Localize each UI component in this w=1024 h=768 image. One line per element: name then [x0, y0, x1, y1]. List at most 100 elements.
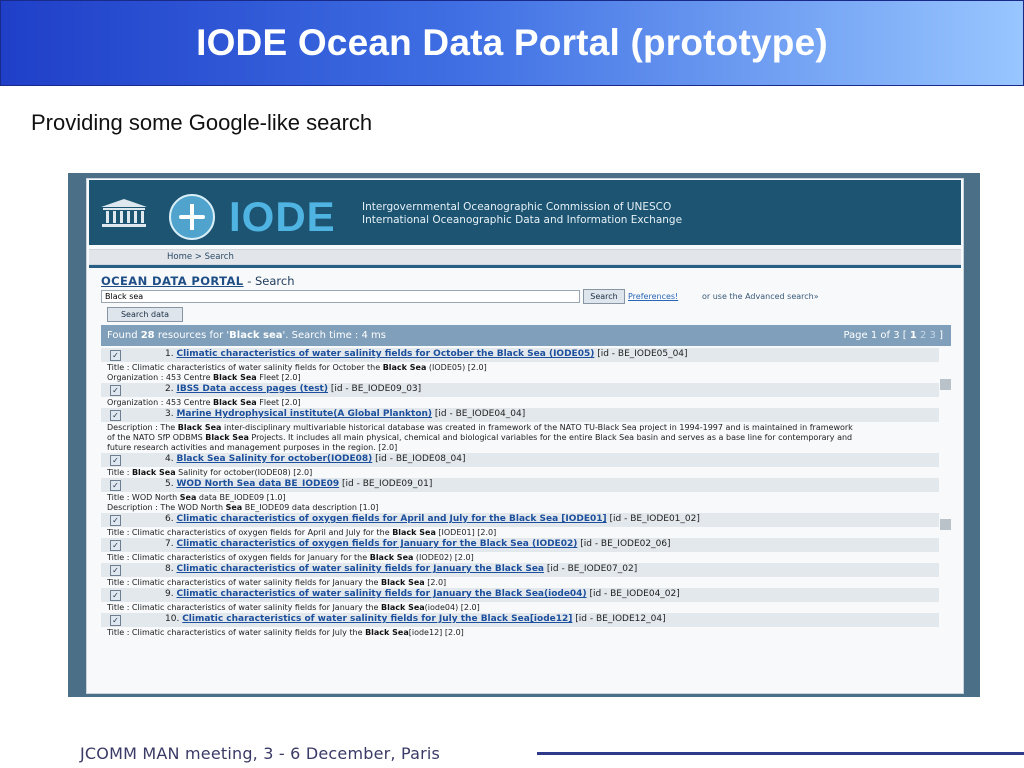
results-summary-bar: Found 28 resources for 'Black sea'. Sear… [101, 325, 951, 346]
result-row: ✓ 10. Climatic characteristics of water s… [101, 613, 939, 627]
result-checkbox[interactable]: ✓ [110, 410, 121, 421]
footer-rule [537, 752, 1024, 755]
query-highlight: Black Sea [205, 433, 249, 442]
result-checkbox[interactable]: ✓ [110, 590, 121, 601]
portal-page-suffix: - Search [243, 274, 295, 288]
result-row: ✓ 9. Climatic characteristics of water sa… [101, 588, 939, 602]
result-heading: 7. Climatic characteristics of oxygen fi… [165, 539, 671, 549]
result-id: [id - BE_IODE09_01] [342, 479, 433, 489]
result-row: ✓ 2. IBSS Data access pages (test) [id - … [101, 383, 939, 397]
scrollbar-thumb-icon[interactable] [940, 379, 951, 390]
result-title-link[interactable]: Climatic characteristics of water salini… [176, 589, 586, 599]
result-heading: 8. Climatic characteristics of water sal… [165, 564, 637, 574]
query-highlight: Black Sea [392, 528, 436, 537]
result-id: [id - BE_IODE09_03] [330, 384, 422, 394]
result-number: 9. [165, 589, 174, 599]
result-title-link[interactable]: Climatic characteristics of oxygen field… [176, 539, 577, 549]
result-checkbox[interactable]: ✓ [110, 455, 121, 466]
query-highlight: Sea [179, 493, 197, 502]
search-data-button[interactable]: Search data [107, 307, 183, 322]
result-checkbox[interactable]: ✓ [110, 515, 121, 526]
result-metadata: Title : Climatic characteristics of oxyg… [107, 553, 474, 562]
result-title-link[interactable]: Marine Hydrophysical institute(A Global … [176, 409, 432, 419]
result-id: [id - BE_IODE07_02] [546, 564, 638, 574]
result-row: ✓ 1. Climatic characteristics of water sa… [101, 348, 939, 362]
result-number: 8. [165, 564, 174, 574]
results-list: ✓ 1. Climatic characteristics of water sa… [101, 348, 939, 678]
result-checkbox[interactable]: ✓ [110, 480, 121, 491]
result-title-link[interactable]: Climatic characteristics of water salini… [176, 564, 544, 574]
header-line-1: Intergovernmental Oceanographic Commissi… [362, 201, 672, 213]
query-highlight: Black Sea [381, 578, 425, 587]
result-number: 3. [165, 409, 174, 419]
portal-page: IODE Intergovernmental Oceanographic Com… [86, 178, 964, 694]
unesco-temple-logo-icon [101, 199, 147, 227]
result-metadata: Description : The WOD North Sea BE_IODE0… [107, 503, 379, 512]
result-number: 1. [165, 349, 174, 359]
result-id: [id - BE_IODE01_02] [609, 514, 700, 524]
result-checkbox[interactable]: ✓ [110, 540, 121, 551]
query-highlight: Black Sea [177, 423, 222, 432]
breadcrumb-text[interactable]: Home > Search [167, 252, 234, 262]
portal-page-title: OCEAN DATA PORTAL - Search [101, 274, 295, 288]
result-number: 2. [165, 384, 174, 394]
result-heading: 5. WOD North Sea data BE_IODE09 [id - BE… [165, 479, 432, 489]
query-highlight: Black Sea [131, 468, 176, 477]
result-number: 10. [165, 614, 180, 624]
result-id: [id - BE_IODE12_04] [575, 614, 666, 624]
search-button[interactable]: Search [583, 289, 625, 304]
page-links[interactable]: 2 3 [917, 330, 936, 341]
result-checkbox[interactable]: ✓ [110, 565, 121, 576]
result-id: [id - BE_IODE05_04] [597, 349, 688, 359]
portal-name-link[interactable]: OCEAN DATA PORTAL [101, 274, 244, 288]
result-checkbox[interactable]: ✓ [110, 385, 121, 396]
result-id: [id - BE_IODE04_02] [589, 589, 680, 599]
preferences-link[interactable]: Preferences! [628, 292, 678, 301]
result-checkbox[interactable]: ✓ [110, 350, 121, 361]
result-id: [id - BE_IODE02_06] [580, 539, 671, 549]
result-metadata: Description : The Black Sea inter-discip… [107, 423, 853, 432]
advanced-search-link[interactable]: or use the Advanced search» [702, 292, 819, 301]
scrollbar-thumb-icon[interactable] [940, 519, 951, 530]
result-heading: 9. Climatic characteristics of water sal… [165, 589, 680, 599]
query-highlight: Black Sea [381, 603, 425, 612]
result-id: [id - BE_IODE04_04] [434, 409, 526, 419]
result-heading: 2. IBSS Data access pages (test) [id - B… [165, 384, 421, 394]
result-title-link[interactable]: Black Sea Salinity for october(IODE08) [176, 454, 372, 464]
result-row: ✓ 7. Climatic characteristics of oxygen f… [101, 538, 939, 552]
query-highlight: Black Sea [382, 363, 427, 372]
result-title-link[interactable]: IBSS Data access pages (test) [176, 384, 328, 394]
portal-screenshot: IODE Intergovernmental Oceanographic Com… [68, 173, 980, 697]
result-checkbox[interactable]: ✓ [110, 615, 121, 626]
query-highlight: Black Sea [365, 628, 409, 637]
breadcrumb: Home > Search [89, 249, 961, 265]
results-count: 28 [140, 330, 155, 341]
result-heading: 6. Climatic characteristics of oxygen fi… [165, 514, 700, 524]
header-line-2: International Oceanographic Data and Inf… [362, 214, 683, 226]
result-title-link[interactable]: Climatic characteristics of water salini… [176, 349, 594, 359]
portal-header: IODE Intergovernmental Oceanographic Com… [89, 180, 961, 245]
result-number: 6. [165, 514, 174, 524]
result-row: ✓ 5. WOD North Sea data BE_IODE09 [id - B… [101, 478, 939, 492]
result-title-link[interactable]: Climatic characteristics of oxygen field… [176, 514, 606, 524]
result-title-link[interactable]: Climatic characteristics of water salini… [182, 614, 572, 624]
result-metadata: Title : Climatic characteristics of wate… [107, 363, 487, 372]
result-number: 5. [165, 479, 174, 489]
result-row: ✓ 8. Climatic characteristics of water sa… [101, 563, 939, 577]
ioc-circle-logo-icon [169, 194, 215, 240]
results-summary: Found 28 resources for 'Black sea'. Sear… [107, 330, 386, 341]
slide-footer: JCOMM MAN meeting, 3 - 6 December, Paris [80, 744, 441, 763]
query-highlight: Sea [225, 503, 243, 512]
search-input[interactable]: Black sea [101, 290, 580, 303]
result-row: ✓ 6. Climatic characteristics of oxygen f… [101, 513, 939, 527]
result-heading: 10. Climatic characteristics of water sa… [165, 614, 666, 624]
result-metadata: Title : Climatic characteristics of wate… [107, 628, 464, 637]
result-metadata: future research activities and managemen… [107, 443, 398, 452]
result-metadata: of the NATO SfP ODBMS Black Sea Projects… [107, 433, 853, 442]
result-heading: 1. Climatic characteristics of water sal… [165, 349, 688, 359]
result-metadata: Title : Climatic characteristics of wate… [107, 578, 447, 587]
result-title-link[interactable]: WOD North Sea data BE_IODE09 [176, 479, 339, 489]
query-highlight: Black Sea [369, 553, 414, 562]
result-metadata: Title : Climatic characteristics of oxyg… [107, 528, 497, 537]
slide-title: IODE Ocean Data Portal (prototype) [196, 22, 828, 63]
